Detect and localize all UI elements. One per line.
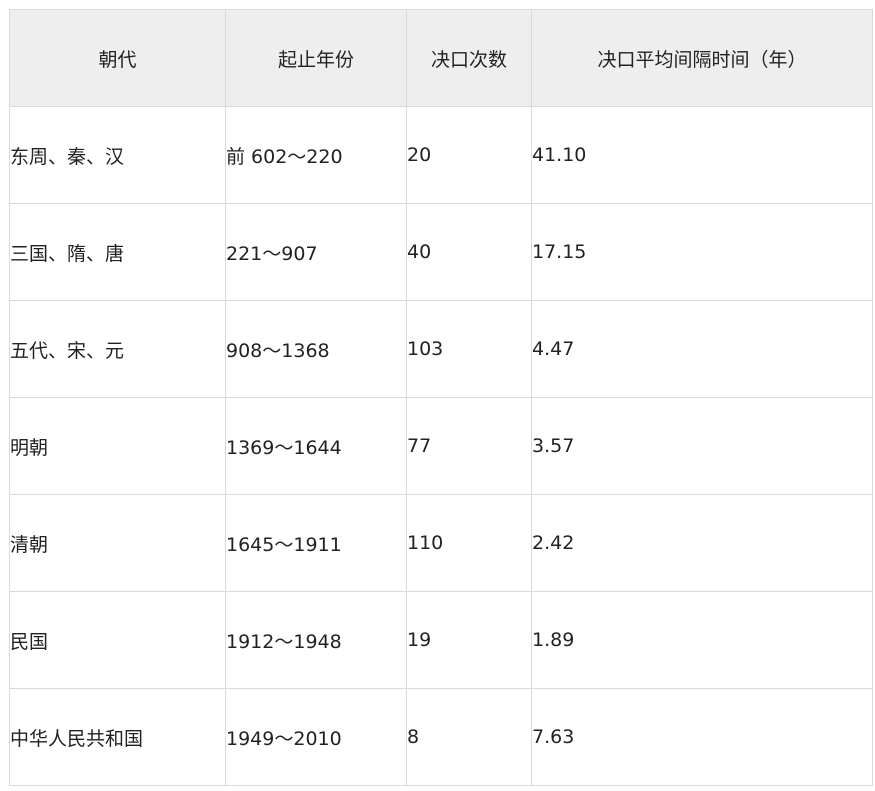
table-row: 东周、秦、汉 前 602～220 20 41.10 [9, 106, 873, 204]
cell-average-interval: 4.47 [531, 300, 873, 398]
cell-dynasty: 清朝 [9, 494, 226, 592]
cell-average-interval: 7.63 [531, 688, 873, 786]
header-years: 起止年份 [225, 9, 407, 107]
cell-dynasty: 中华人民共和国 [9, 688, 226, 786]
table-row: 明朝 1369～1644 77 3.57 [9, 397, 873, 495]
cell-breach-count: 20 [406, 106, 532, 204]
table-row: 三国、隋、唐 221～907 40 17.15 [9, 203, 873, 301]
cell-dynasty: 五代、宋、元 [9, 300, 226, 398]
cell-average-interval: 1.89 [531, 591, 873, 689]
cell-years: 908～1368 [225, 300, 407, 398]
cell-breach-count: 110 [406, 494, 532, 592]
dynasty-breach-table: 朝代 起止年份 决口次数 决口平均间隔时间（年） 东周、秦、汉 前 602～22… [9, 9, 873, 786]
table-body: 东周、秦、汉 前 602～220 20 41.10 三国、隋、唐 221～907… [9, 106, 873, 786]
cell-dynasty: 明朝 [9, 397, 226, 495]
data-table-container: 朝代 起止年份 决口次数 决口平均间隔时间（年） 东周、秦、汉 前 602～22… [9, 9, 873, 786]
cell-breach-count: 103 [406, 300, 532, 398]
cell-average-interval: 3.57 [531, 397, 873, 495]
header-dynasty: 朝代 [9, 9, 226, 107]
cell-breach-count: 8 [406, 688, 532, 786]
cell-average-interval: 2.42 [531, 494, 873, 592]
table-header: 朝代 起止年份 决口次数 决口平均间隔时间（年） [9, 9, 873, 107]
cell-dynasty: 民国 [9, 591, 226, 689]
cell-breach-count: 40 [406, 203, 532, 301]
header-average-interval: 决口平均间隔时间（年） [531, 9, 873, 107]
cell-dynasty: 东周、秦、汉 [9, 106, 226, 204]
cell-years: 1645～1911 [225, 494, 407, 592]
cell-average-interval: 17.15 [531, 203, 873, 301]
cell-breach-count: 19 [406, 591, 532, 689]
table-row: 清朝 1645～1911 110 2.42 [9, 494, 873, 592]
cell-years: 1949～2010 [225, 688, 407, 786]
table-row: 五代、宋、元 908～1368 103 4.47 [9, 300, 873, 398]
cell-years: 1369～1644 [225, 397, 407, 495]
cell-average-interval: 41.10 [531, 106, 873, 204]
cell-years: 221～907 [225, 203, 407, 301]
cell-years: 前 602～220 [225, 106, 407, 204]
header-row: 朝代 起止年份 决口次数 决口平均间隔时间（年） [9, 9, 873, 107]
cell-dynasty: 三国、隋、唐 [9, 203, 226, 301]
cell-years: 1912～1948 [225, 591, 407, 689]
table-row: 中华人民共和国 1949～2010 8 7.63 [9, 688, 873, 786]
table-row: 民国 1912～1948 19 1.89 [9, 591, 873, 689]
cell-breach-count: 77 [406, 397, 532, 495]
header-breach-count: 决口次数 [406, 9, 532, 107]
